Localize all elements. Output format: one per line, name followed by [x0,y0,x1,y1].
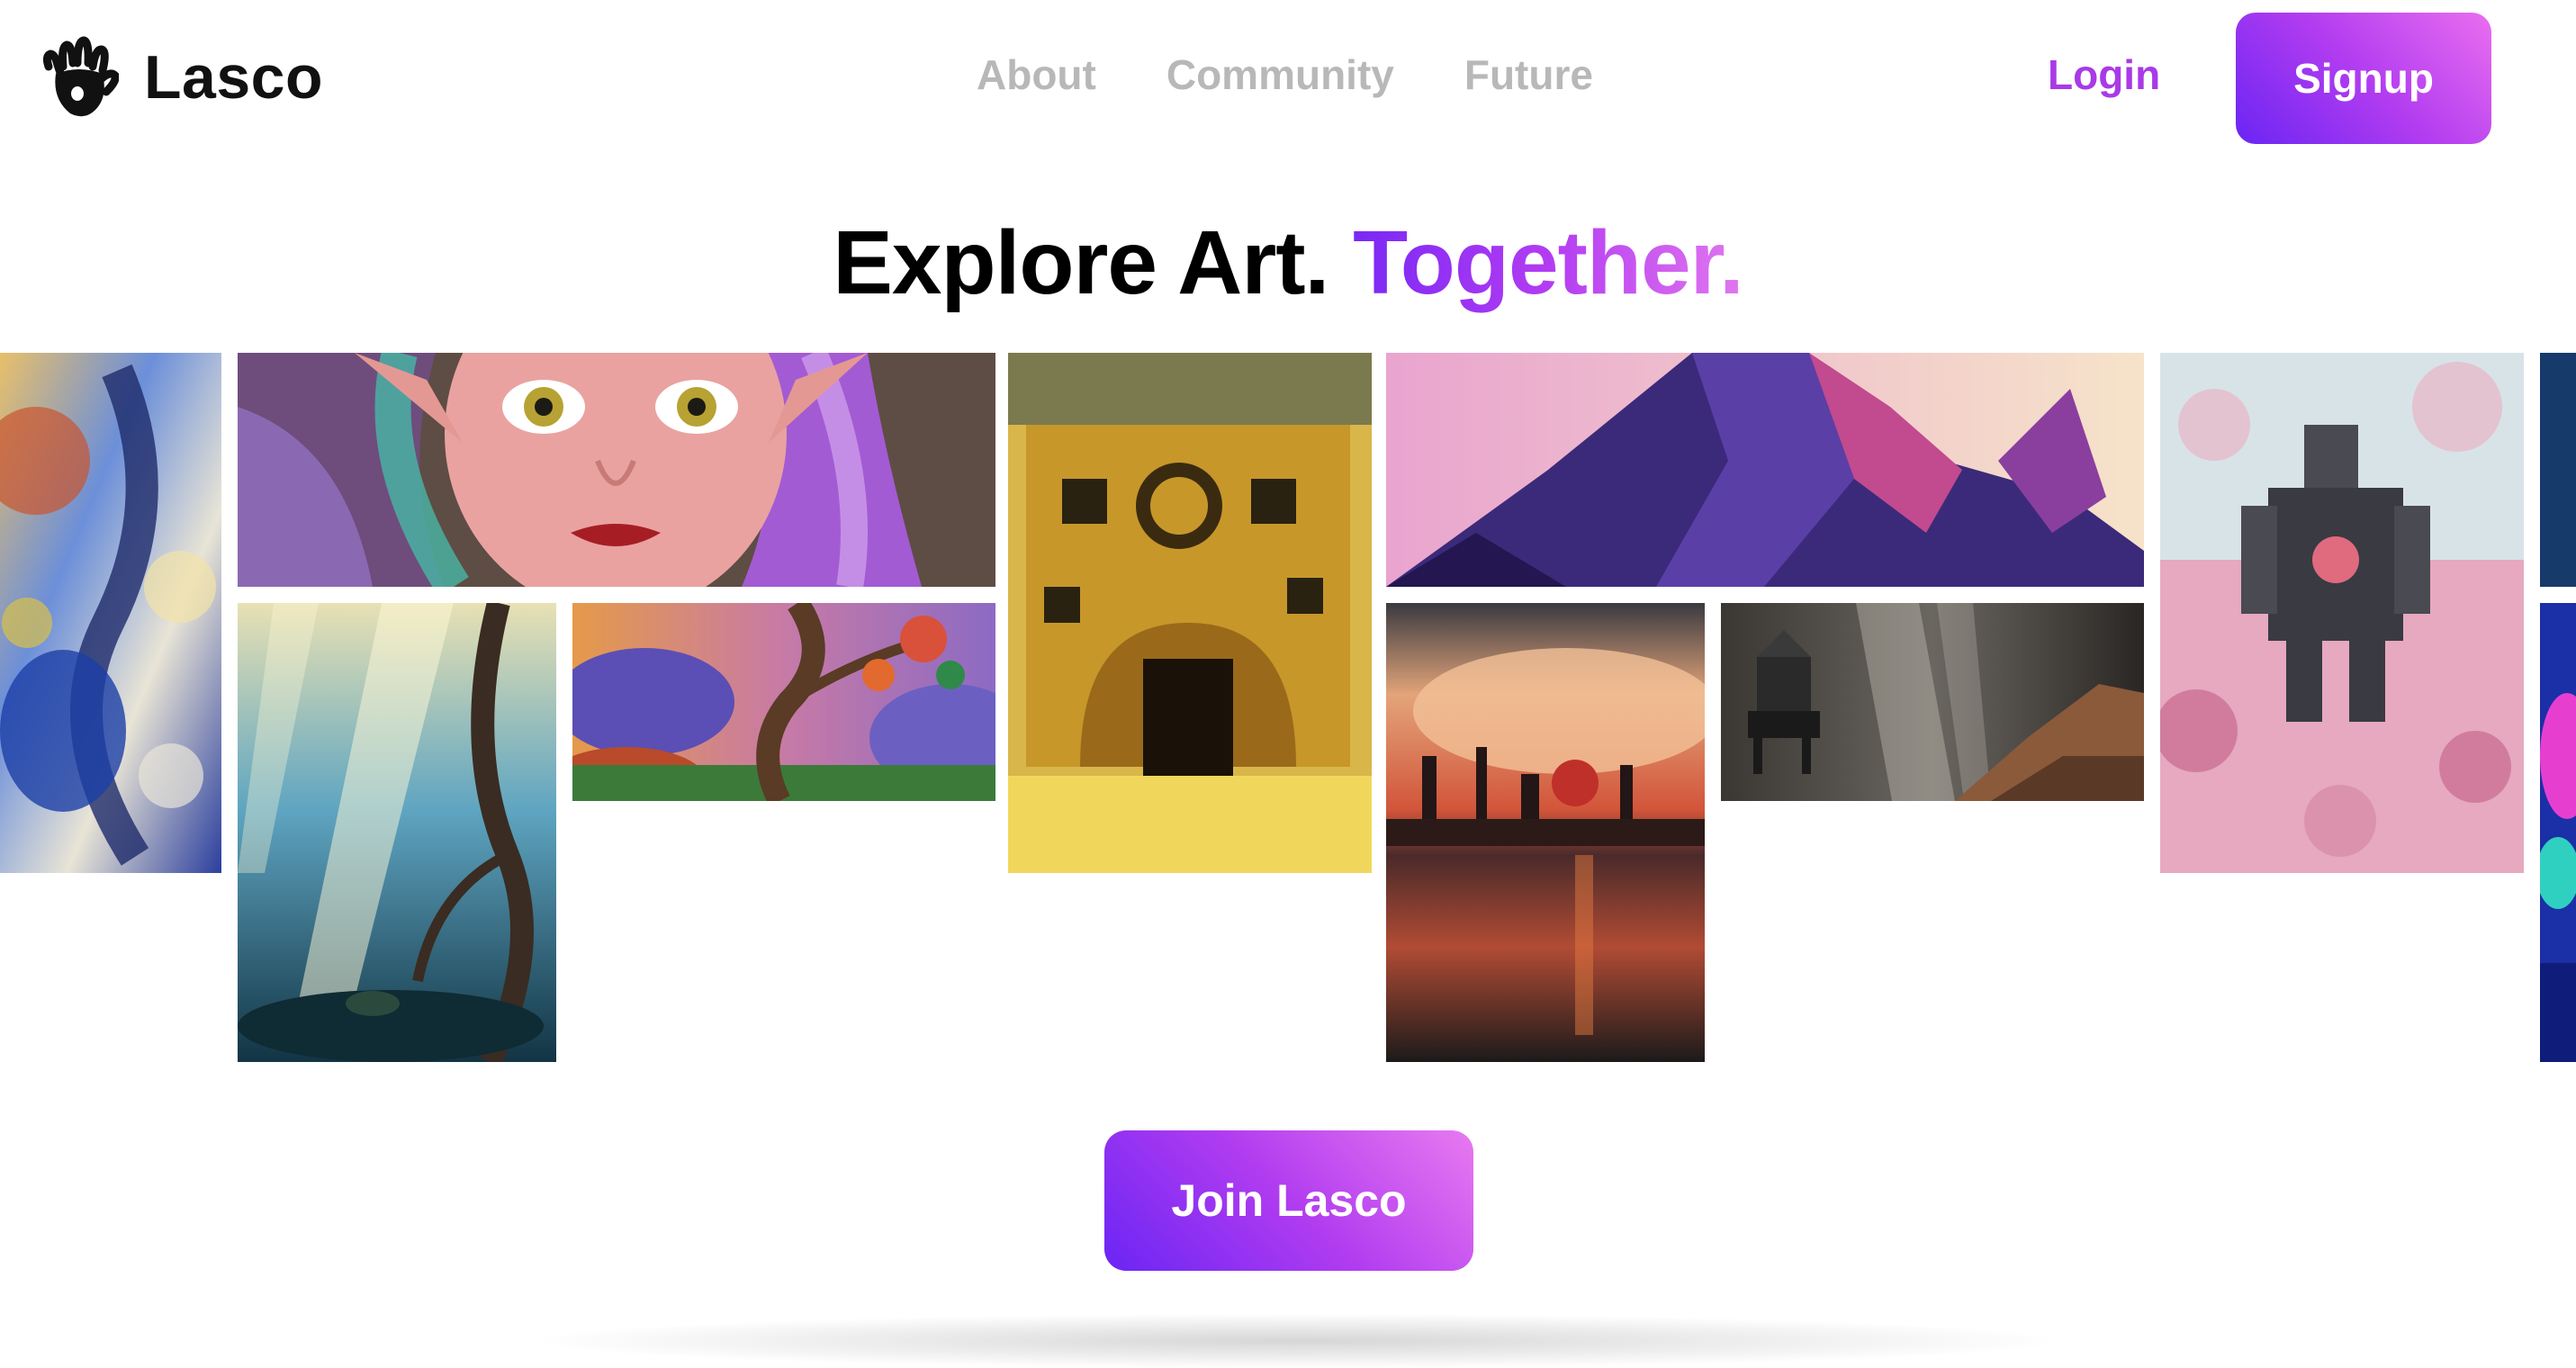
artwork-twisted-tree[interactable] [572,603,995,801]
flower-knight-image [2160,353,2524,873]
artwork-neon-creature-top[interactable] [2540,353,2576,587]
artwork-burning-city[interactable] [1386,603,1705,1062]
abstract-swirl-image [0,353,221,873]
robot-canyon-image [1721,603,2144,801]
artwork-abstract-swirl[interactable] [0,353,221,873]
elf-portrait-image [238,353,995,587]
join-button[interactable]: Join Lasco [1104,1130,1473,1271]
forest-light-image [238,603,556,1062]
artwork-robot-canyon[interactable] [1721,603,2144,801]
artwork-elf-portrait[interactable] [238,353,995,587]
artwork-purple-mountain[interactable] [1386,353,2144,587]
artwork-gear-temple[interactable] [1008,353,1372,873]
burning-city-image [1386,603,1705,1062]
bottom-shadow [540,1314,2052,1368]
artwork-flower-knight[interactable] [2160,353,2524,873]
artwork-neon-creature[interactable] [2540,603,2576,1062]
neon-creature-image [2540,603,2576,1062]
gear-temple-image [1008,353,1372,873]
twisted-tree-image [572,603,995,801]
artwork-forest-light[interactable] [238,603,556,1062]
purple-mountain-image [1386,353,2144,587]
neon-creature-top-image [2540,353,2576,587]
